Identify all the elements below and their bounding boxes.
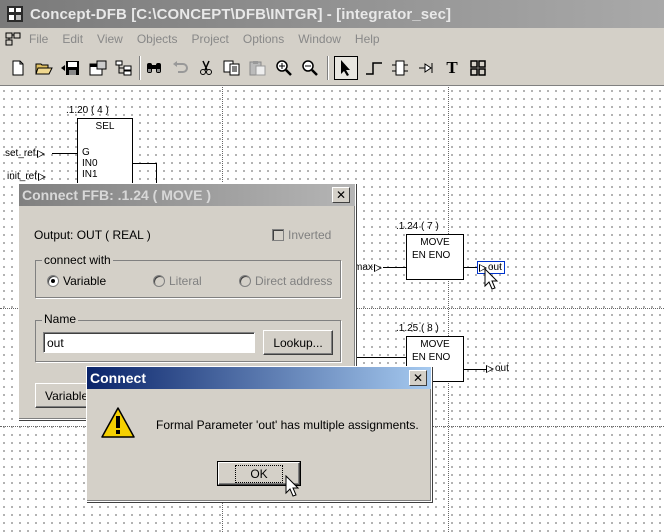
connect-message-title: Connect bbox=[90, 370, 146, 386]
menu-window[interactable]: Window bbox=[291, 32, 348, 46]
input-arrow-icon bbox=[38, 172, 47, 181]
move1-function-block[interactable]: MOVE EN ENO bbox=[406, 234, 464, 280]
menu-project[interactable]: Project bbox=[185, 32, 236, 46]
move1-output-wire[interactable] bbox=[464, 267, 478, 268]
move2-output-var[interactable]: out bbox=[485, 363, 509, 374]
move1-input-wire[interactable] bbox=[383, 267, 406, 268]
radio-variable[interactable]: Variable bbox=[47, 274, 106, 288]
inverted-checkbox[interactable]: Inverted bbox=[272, 228, 331, 242]
connect-message-dialog: Connect ✕ Formal Parameter 'out' has mul… bbox=[86, 366, 432, 502]
link-icon[interactable] bbox=[362, 56, 386, 80]
warning-icon bbox=[101, 407, 135, 438]
connect-with-label: connect with bbox=[42, 253, 113, 267]
zoom-in-icon[interactable] bbox=[272, 56, 296, 80]
zoom-out-icon[interactable] bbox=[298, 56, 322, 80]
menu-file[interactable]: File bbox=[27, 32, 55, 46]
text-icon[interactable]: T bbox=[440, 56, 464, 80]
window-title: Concept-DFB [C:\CONCEPT\DFB\INTGR] - [in… bbox=[30, 5, 452, 23]
move1-input-var-label: max bbox=[354, 262, 373, 273]
title-bar: Concept-DFB [C:\CONCEPT\DFB\INTGR] - [in… bbox=[0, 0, 664, 28]
menu-options[interactable]: Options bbox=[236, 32, 291, 46]
name-label: Name bbox=[42, 312, 79, 326]
input-var-set-ref-label: set_ref bbox=[5, 148, 36, 159]
input-arrow-icon bbox=[36, 149, 45, 158]
connect-ffb-close-button[interactable]: ✕ bbox=[332, 187, 350, 203]
radio-variable-label: Variable bbox=[63, 274, 107, 288]
menu-bar: File Edit View Objects Project Options W… bbox=[0, 28, 664, 50]
document-system-icon[interactable] bbox=[5, 31, 21, 47]
toolbar: T bbox=[0, 50, 664, 86]
select-pointer-icon[interactable] bbox=[334, 56, 358, 80]
menu-help[interactable]: Help bbox=[348, 32, 387, 46]
radio-literal-label: Literal bbox=[169, 274, 202, 288]
move1-block-tag: .1.24 ( 7 ) bbox=[396, 221, 439, 232]
find-icon[interactable] bbox=[142, 56, 166, 80]
move2-block-tag: .1.25 ( 8 ) bbox=[396, 323, 439, 334]
name-input[interactable]: out bbox=[43, 332, 255, 353]
connect-ffb-title-bar: Connect FFB: .1.24 ( MOVE ) bbox=[19, 184, 355, 206]
move2-output-wire[interactable] bbox=[464, 369, 486, 370]
inverted-label: Inverted bbox=[288, 228, 332, 242]
lookup-button[interactable]: Lookup... bbox=[263, 330, 333, 355]
new-file-icon[interactable] bbox=[6, 56, 30, 80]
move2-input-wire[interactable] bbox=[356, 357, 406, 358]
move1-input-var[interactable]: max bbox=[354, 262, 383, 273]
page-grid-line bbox=[448, 87, 449, 532]
variable-icon[interactable] bbox=[414, 56, 438, 80]
toolbar-separator bbox=[139, 56, 141, 80]
sel-output-wire[interactable] bbox=[156, 163, 157, 183]
sel-output-wire[interactable] bbox=[133, 163, 157, 164]
radio-direct-address-label: Direct address bbox=[255, 274, 333, 288]
move1-pins: EN ENO bbox=[412, 250, 451, 261]
mouse-cursor-icon bbox=[484, 268, 499, 290]
mouse-cursor-icon bbox=[285, 475, 300, 497]
sel-block-tag: .1.20 ( 4 ) bbox=[66, 105, 109, 116]
connect-message-close-button[interactable]: ✕ bbox=[409, 370, 427, 386]
properties-icon[interactable] bbox=[86, 56, 110, 80]
sel-pin-in1: IN1 bbox=[82, 169, 98, 180]
menu-edit[interactable]: Edit bbox=[55, 32, 90, 46]
menu-view[interactable]: View bbox=[90, 32, 130, 46]
copy-icon[interactable] bbox=[220, 56, 244, 80]
grid-icon[interactable] bbox=[466, 56, 490, 80]
menu-objects[interactable]: Objects bbox=[130, 32, 185, 46]
sel-pin-in0: IN0 bbox=[82, 158, 98, 169]
hierarchy-icon[interactable] bbox=[112, 56, 136, 80]
sel-function-block[interactable]: SEL G IN0 IN1 bbox=[77, 118, 133, 188]
inverted-checkbox-box[interactable] bbox=[272, 229, 284, 241]
toolbar-separator bbox=[327, 56, 329, 80]
paste-icon[interactable] bbox=[246, 56, 270, 80]
set-ref-wire[interactable] bbox=[52, 153, 77, 154]
input-var-init-ref[interactable]: init_ref bbox=[7, 171, 47, 182]
app-icon bbox=[6, 5, 24, 23]
sel-pin-g: G bbox=[82, 147, 90, 158]
cut-icon[interactable] bbox=[194, 56, 218, 80]
open-folder-icon[interactable] bbox=[32, 56, 56, 80]
ffb-icon[interactable] bbox=[388, 56, 412, 80]
radio-direct-address[interactable]: Direct address bbox=[239, 274, 332, 288]
output-arrow-icon bbox=[486, 364, 494, 373]
ok-button-label: OK bbox=[235, 464, 283, 483]
move2-block-name: MOVE bbox=[420, 339, 450, 350]
message-text: Formal Parameter 'out' has multiple assi… bbox=[156, 418, 419, 432]
move2-output-var-label: out bbox=[495, 363, 509, 374]
radio-variable-dot[interactable] bbox=[47, 275, 59, 287]
undo-icon[interactable] bbox=[168, 56, 192, 80]
connect-message-title-bar: Connect bbox=[87, 367, 431, 389]
radio-literal-dot[interactable] bbox=[153, 275, 165, 287]
sel-block-name: SEL bbox=[95, 121, 115, 132]
move2-pins: EN ENO bbox=[412, 352, 451, 363]
input-var-set-ref[interactable]: set_ref bbox=[5, 148, 46, 159]
input-arrow-icon bbox=[373, 263, 382, 272]
radio-literal[interactable]: Literal bbox=[153, 274, 202, 288]
move1-block-name: MOVE bbox=[420, 237, 450, 248]
connect-ffb-title: Connect FFB: .1.24 ( MOVE ) bbox=[22, 187, 212, 203]
input-var-init-ref-label: init_ref bbox=[7, 171, 38, 182]
save-icon[interactable] bbox=[58, 56, 82, 80]
radio-direct-address-dot[interactable] bbox=[239, 275, 251, 287]
output-label: Output: OUT ( REAL ) bbox=[34, 228, 151, 242]
